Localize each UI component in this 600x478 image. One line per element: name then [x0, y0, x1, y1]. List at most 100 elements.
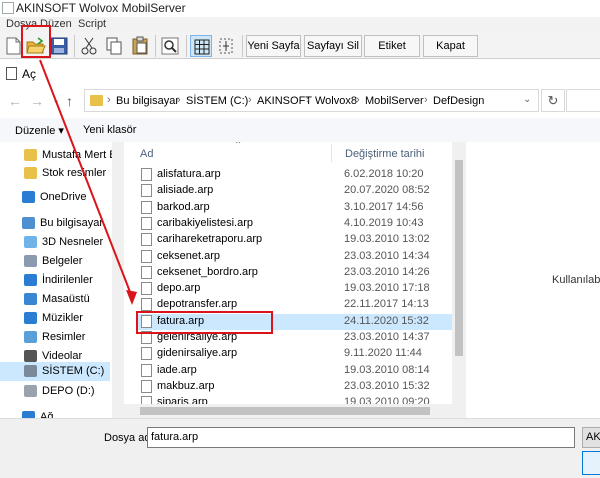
search-input[interactable] [566, 89, 600, 112]
file-row[interactable]: barkod.arp 3.10.2017 14:56 [136, 200, 454, 216]
file-date: 24.11.2020 15:32 [344, 314, 429, 327]
preview-text: Kullanılabi [552, 274, 600, 286]
forward-arrow-icon[interactable]: → [30, 93, 44, 109]
file-row[interactable]: alisiade.arp 20.07.2020 08:52 [136, 183, 454, 199]
organize-button[interactable]: Düzenle ▾ [15, 124, 64, 137]
file-icon [141, 265, 152, 279]
file-row[interactable]: carihareketraporu.arp 19.03.2010 13:02 [136, 232, 454, 248]
file-row[interactable]: depo.arp 19.03.2010 17:18 [136, 281, 454, 297]
recent-chevron-icon[interactable]: ⌄ [52, 95, 60, 106]
file-name: gidenirsaliye.arp [157, 347, 238, 360]
paste-icon[interactable] [129, 35, 151, 57]
horizontal-scrollbar[interactable] [124, 404, 452, 418]
file-date: 19.03.2010 17:18 [344, 282, 430, 295]
preview-pane: Kullanılabi [466, 142, 600, 418]
file-date: 23.03.2010 15:32 [344, 379, 430, 392]
nav-item[interactable]: SİSTEM (C:) [0, 362, 110, 381]
address-bar[interactable]: › Bu bilgisayar › SİSTEM (C:) › AKINSOFT… [84, 89, 539, 112]
scroll-thumb[interactable] [140, 407, 430, 415]
breadcrumb-item[interactable]: SİSTEM (C:) [186, 95, 248, 107]
menu-item-script[interactable]: Script [78, 18, 106, 30]
align-icon[interactable] [215, 35, 237, 57]
grid-icon[interactable] [190, 35, 212, 57]
music-icon [24, 312, 37, 324]
open-button[interactable] [582, 451, 600, 475]
file-date: 3.10.2017 14:56 [344, 200, 424, 213]
file-row[interactable]: iade.arp 19.03.2010 08:14 [136, 363, 454, 379]
file-icon [141, 200, 152, 214]
download-icon [24, 274, 37, 286]
file-row[interactable]: ceksenet_bordro.arp 23.03.2010 14:26 [136, 265, 454, 281]
nav-item-label: Resimler [42, 331, 86, 343]
address-row: ← → ⌄ ↑ › Bu bilgisayar › SİSTEM (C:) › … [0, 87, 600, 115]
nav-item[interactable]: Belgeler [0, 252, 110, 271]
video-icon [24, 350, 37, 362]
highlight-open-button [21, 25, 51, 58]
up-arrow-icon[interactable]: ↑ [66, 93, 73, 109]
copy-icon[interactable] [103, 35, 125, 57]
computer-icon [22, 217, 35, 229]
file-icon [141, 379, 152, 393]
scroll-thumb[interactable] [455, 160, 463, 356]
file-type-select[interactable]: AKI [582, 427, 600, 448]
sort-chevron-icon: ⌃ [234, 142, 243, 151]
nav-item-label: Stok resimler [42, 167, 107, 179]
breadcrumb-item[interactable]: Bu bilgisayar [116, 95, 179, 107]
file-name-input[interactable]: fatura.arp [147, 427, 575, 448]
file-date: 23.03.2010 14:26 [344, 265, 430, 278]
close-button[interactable]: Kapat [423, 35, 478, 57]
dialog-icon [6, 67, 17, 80]
back-arrow-icon[interactable]: ← [8, 93, 22, 109]
new-page-button[interactable]: Yeni Sayfa [246, 35, 301, 57]
file-name: alisiade.arp [157, 184, 214, 197]
cut-icon[interactable] [78, 35, 100, 57]
zoom-icon[interactable] [159, 35, 181, 57]
label-settings-button[interactable]: Etiket Ayarla [364, 35, 420, 72]
file-name: barkod.arp [157, 200, 210, 213]
nav-item-label: Belgeler [42, 255, 83, 267]
nav-item[interactable]: İndirilenler [0, 271, 110, 290]
nav-item-label: OneDrive [40, 191, 87, 203]
breadcrumb-item[interactable]: MobilServer [365, 95, 424, 107]
file-icon [141, 233, 152, 247]
nav-scrollbar[interactable] [112, 142, 124, 418]
delete-page-button[interactable]: Sayfayı Sil [304, 35, 362, 57]
nav-item[interactable]: Masaüstü [0, 290, 110, 309]
file-row[interactable]: gidenirsaliye.arp 9.11.2020 11:44 [136, 346, 454, 362]
desktop-icon [24, 293, 37, 305]
nav-item[interactable]: OneDrive [0, 188, 110, 207]
nav-item[interactable]: Stok resimler [0, 164, 110, 183]
file-date: 9.11.2020 11:44 [344, 347, 422, 360]
breadcrumb-item[interactable]: Wolvox8 [315, 95, 357, 107]
nav-item[interactable]: Bu bilgisayar [0, 214, 110, 233]
nav-item[interactable]: DEPO (D:) [0, 382, 110, 401]
save-icon[interactable] [48, 35, 70, 57]
column-header-date[interactable]: Değiştirme tarihi [345, 148, 424, 160]
file-icon [141, 363, 152, 377]
nav-item[interactable]: Müzikler [0, 309, 110, 328]
navigation-pane: Mustafa Mert BA Stok resimler OneDrive Bu b… [0, 142, 124, 423]
file-date: 20.07.2020 08:52 [344, 184, 430, 197]
title-bar: AKINSOFT Wolvox MobilServer [0, 0, 600, 17]
nav-item[interactable]: 3D Nesneler [0, 233, 110, 252]
file-row[interactable]: caribakiyelistesi.arp 4.10.2019 10:43 [136, 216, 454, 232]
column-header-name[interactable]: Ad [140, 148, 153, 160]
file-row[interactable]: makbuz.arp 23.03.2010 15:32 [136, 379, 454, 395]
new-folder-button[interactable]: Yeni klasör [83, 124, 136, 136]
dialog-title: Aç [22, 67, 37, 81]
file-date: 22.11.2017 14:13 [344, 298, 429, 311]
nav-item[interactable]: Resimler [0, 328, 110, 347]
breadcrumb-item[interactable]: AKINSOFT [257, 95, 312, 107]
drive-icon [24, 365, 37, 377]
menu-bar: Dosya Düzen Script [0, 17, 600, 32]
file-row[interactable]: alisfatura.arp 6.02.2018 10:20 [136, 167, 454, 183]
breadcrumb-item[interactable]: DefDesign [433, 95, 484, 107]
refresh-icon[interactable]: ↻ [541, 89, 565, 112]
address-dropdown-icon[interactable]: ⌄ [523, 94, 531, 105]
file-icon [141, 216, 152, 230]
cloud-icon [22, 191, 35, 203]
file-row[interactable]: ceksenet.arp 23.03.2010 14:34 [136, 249, 454, 265]
dialog-title-bar: Aç [0, 60, 600, 87]
nav-item[interactable]: Mustafa Mert BA [0, 146, 124, 165]
file-list-scrollbar[interactable] [452, 142, 466, 418]
